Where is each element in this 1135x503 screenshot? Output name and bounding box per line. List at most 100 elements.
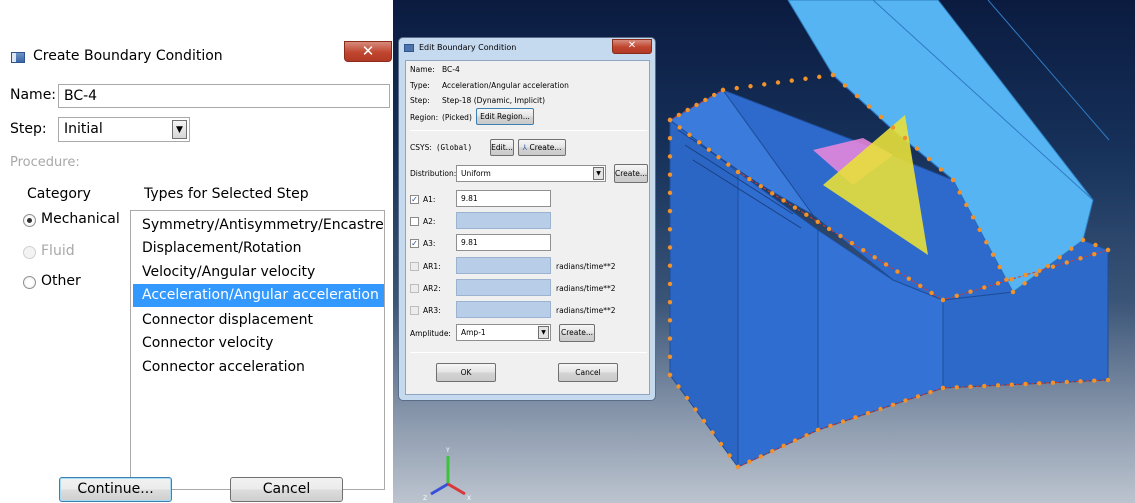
- constraint-marker: [758, 454, 764, 459]
- constraint-marker: [968, 289, 973, 294]
- component-value-field[interactable]: [456, 279, 551, 296]
- constraint-marker: [667, 281, 673, 287]
- constraint-marker: [1022, 281, 1027, 286]
- constraint-marker: [803, 76, 808, 81]
- type-label: Type:: [410, 81, 430, 90]
- constraint-marker: [849, 240, 855, 246]
- constraint-marker: [984, 240, 989, 245]
- constraint-marker: [701, 418, 707, 424]
- component-value-field[interactable]: 9.81: [456, 234, 551, 251]
- radio-icon[interactable]: [23, 276, 36, 289]
- constraint-marker: [747, 459, 752, 464]
- edit-region-button[interactable]: Edit Region...: [476, 108, 534, 125]
- constraint-marker: [954, 385, 959, 390]
- constraint-marker: [1034, 272, 1039, 277]
- ok-button[interactable]: OK: [436, 363, 496, 382]
- constraint-marker: [676, 384, 681, 389]
- constraint-marker: [684, 395, 690, 401]
- amplitude-create-button[interactable]: Create...: [559, 324, 595, 342]
- constraint-marker: [954, 293, 959, 299]
- distribution-create-button[interactable]: Create...: [614, 164, 648, 183]
- constraint-marker: [734, 85, 739, 91]
- checkbox-icon[interactable]: [410, 306, 419, 315]
- list-item[interactable]: Displacement/Rotation: [133, 237, 384, 260]
- close-button[interactable]: ✕: [344, 41, 392, 62]
- chevron-down-icon[interactable]: ▼: [172, 120, 187, 139]
- cancel-button[interactable]: Cancel: [230, 477, 343, 502]
- step-value: Initial: [64, 121, 103, 137]
- radio-checked-icon[interactable]: [23, 214, 36, 227]
- radio-disabled-icon: [23, 246, 36, 259]
- continue-button[interactable]: Continue...: [59, 477, 172, 502]
- list-item[interactable]: Connector acceleration: [133, 356, 384, 379]
- create-boundary-condition-dialog: Create Boundary Condition ✕ Name: BC-4 S…: [0, 0, 392, 503]
- cancel-button[interactable]: Cancel: [558, 363, 618, 382]
- constraint-marker: [964, 202, 969, 208]
- component-value-field[interactable]: [456, 301, 551, 318]
- constraint-marker: [853, 415, 858, 420]
- component-value-field[interactable]: 9.81: [456, 190, 551, 207]
- constraint-marker: [842, 83, 848, 88]
- constraint-marker: [828, 423, 833, 428]
- csys-create-button[interactable]: ⅄ Create...: [518, 139, 566, 156]
- constraint-marker: [1009, 276, 1014, 282]
- list-item[interactable]: Connector velocity: [133, 332, 384, 355]
- component-value-field[interactable]: [456, 212, 551, 229]
- amplitude-value: Amp-1: [461, 328, 486, 337]
- constraint-marker: [938, 167, 944, 172]
- constraint-marker: [1045, 263, 1051, 269]
- list-item-selected[interactable]: Acceleration/Angular acceleration: [133, 284, 384, 307]
- dialog-icon: [11, 52, 25, 63]
- checkbox-icon[interactable]: [410, 284, 419, 293]
- distribution-select[interactable]: Uniform ▼: [456, 165, 606, 182]
- constraint-marker: [861, 248, 866, 253]
- constraint-marker: [918, 283, 923, 288]
- constraint-marker: [817, 74, 822, 80]
- constraint-marker: [667, 372, 673, 378]
- axis-triad: Y Z X: [423, 447, 471, 502]
- checkbox-checked-icon[interactable]: ✓: [410, 239, 419, 248]
- step-select[interactable]: Initial ▼: [58, 117, 190, 142]
- constraint-marker: [1064, 260, 1069, 265]
- unit-label: radians/time**2: [556, 306, 616, 315]
- constraint-marker: [748, 84, 753, 89]
- constraint-marker: [667, 208, 673, 214]
- constraint-marker: [1080, 237, 1086, 243]
- list-item[interactable]: Connector displacement: [133, 309, 384, 332]
- component-value-field[interactable]: [456, 257, 551, 274]
- constraint-marker: [687, 132, 692, 138]
- types-list[interactable]: Symmetry/Antisymmetry/Encastre Displacem…: [130, 210, 385, 490]
- name-field[interactable]: BC-4: [58, 84, 390, 108]
- component-label: AR3:: [423, 306, 441, 315]
- chevron-down-icon[interactable]: ▼: [593, 167, 604, 180]
- chevron-down-icon[interactable]: ▼: [538, 326, 549, 339]
- amplitude-select[interactable]: Amp-1 ▼: [456, 324, 551, 341]
- list-item[interactable]: Symmetry/Antisymmetry/Encastre: [133, 214, 384, 237]
- constraint-marker: [838, 233, 843, 239]
- csys-value: (Global): [436, 143, 473, 152]
- list-item[interactable]: Velocity/Angular velocity: [133, 261, 384, 284]
- constraint-marker: [716, 154, 721, 160]
- constraint-marker: [1057, 255, 1062, 260]
- constraint-marker: [903, 398, 908, 403]
- component-label: AR1:: [423, 262, 441, 271]
- checkbox-icon[interactable]: [410, 262, 419, 271]
- constraint-marker: [726, 162, 731, 167]
- csys-edit-button[interactable]: Edit...: [490, 139, 514, 156]
- constraint-marker: [890, 125, 896, 130]
- checkbox-icon[interactable]: [410, 217, 419, 226]
- edit-dialog-body: Name: BC-4 Type: Acceleration/Angular ac…: [405, 60, 650, 395]
- create-dialog-title: Create Boundary Condition: [33, 48, 223, 64]
- constraint-marker: [1069, 246, 1074, 251]
- constraint-marker: [906, 276, 912, 281]
- close-button[interactable]: ✕: [612, 39, 652, 54]
- component-label: AR2:: [423, 284, 441, 293]
- x-axis-icon: [447, 482, 466, 496]
- constraint-marker: [781, 198, 786, 203]
- checkbox-checked-icon[interactable]: ✓: [410, 195, 419, 204]
- name-value: BC-4: [442, 65, 460, 74]
- constraint-marker: [667, 245, 673, 250]
- unit-label: radians/time**2: [556, 284, 616, 293]
- constraint-marker: [677, 125, 682, 130]
- constraint-marker: [1105, 247, 1111, 253]
